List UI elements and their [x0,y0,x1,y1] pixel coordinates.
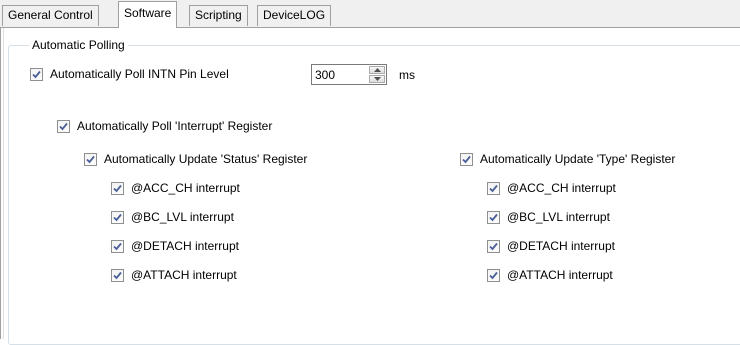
checkbox-label: @ATTACH interrupt [507,268,613,282]
checkbox-label: @DETACH interrupt [131,239,239,253]
panel-border-inner [3,28,4,339]
tab-label: General Control [8,8,93,22]
type-attach-checkbox[interactable]: @ATTACH interrupt [487,268,613,282]
check-icon [487,268,500,282]
tab-general-control[interactable]: General Control [2,5,99,26]
check-icon [30,67,43,81]
status-acc-ch-checkbox[interactable]: @ACC_CH interrupt [111,181,240,195]
update-type-label: Automatically Update 'Type' Register [480,152,676,166]
automatic-polling-groupbox [8,45,740,345]
poll-intn-label: Automatically Poll INTN Pin Level [50,67,229,81]
arrow-down-icon[interactable] [369,75,385,83]
check-icon [111,268,124,282]
status-attach-checkbox[interactable]: @ATTACH interrupt [111,268,237,282]
poll-interval-spinbox[interactable] [311,64,387,85]
check-icon [487,239,500,253]
check-icon [111,239,124,253]
tab-bar: General Control Software Scripting Devic… [0,0,740,28]
check-icon [57,119,70,133]
checkbox-label: @BC_LVL interrupt [507,210,610,224]
checkbox-label: @ACC_CH interrupt [131,181,240,195]
group-title: Automatic Polling [29,37,128,53]
check-icon [487,181,500,195]
tab-label: Software [124,6,172,20]
type-acc-ch-checkbox[interactable]: @ACC_CH interrupt [487,181,616,195]
interval-unit: ms [399,68,415,82]
panel-border [0,28,1,339]
tab-scripting[interactable]: Scripting [189,5,248,26]
update-status-checkbox[interactable]: Automatically Update 'Status' Register [84,152,307,166]
poll-interrupt-checkbox[interactable]: Automatically Poll 'Interrupt' Register [57,119,272,133]
checkbox-label: @BC_LVL interrupt [131,210,234,224]
tab-underline [0,27,740,28]
checkbox-label: @ACC_CH interrupt [507,181,616,195]
checkbox-label: @DETACH interrupt [507,239,615,253]
tab-software[interactable]: Software [118,1,178,28]
checkbox-label: @ATTACH interrupt [131,268,237,282]
poll-interrupt-label: Automatically Poll 'Interrupt' Register [77,119,273,133]
poll-intn-checkbox[interactable]: Automatically Poll INTN Pin Level [30,67,229,81]
tab-devicelog[interactable]: DeviceLOG [257,5,332,26]
check-icon [487,210,500,224]
tab-label: DeviceLOG [263,8,326,22]
update-status-label: Automatically Update 'Status' Register [104,152,308,166]
check-icon [111,210,124,224]
type-bc-lvl-checkbox[interactable]: @BC_LVL interrupt [487,210,610,224]
status-bc-lvl-checkbox[interactable]: @BC_LVL interrupt [111,210,234,224]
tab-label: Scripting [195,8,242,22]
check-icon [460,152,473,166]
poll-interval-input[interactable] [312,65,368,84]
arrow-up-icon[interactable] [369,66,385,74]
update-type-checkbox[interactable]: Automatically Update 'Type' Register [460,152,675,166]
type-detach-checkbox[interactable]: @DETACH interrupt [487,239,615,253]
check-icon [84,152,97,166]
status-detach-checkbox[interactable]: @DETACH interrupt [111,239,239,253]
check-icon [111,181,124,195]
